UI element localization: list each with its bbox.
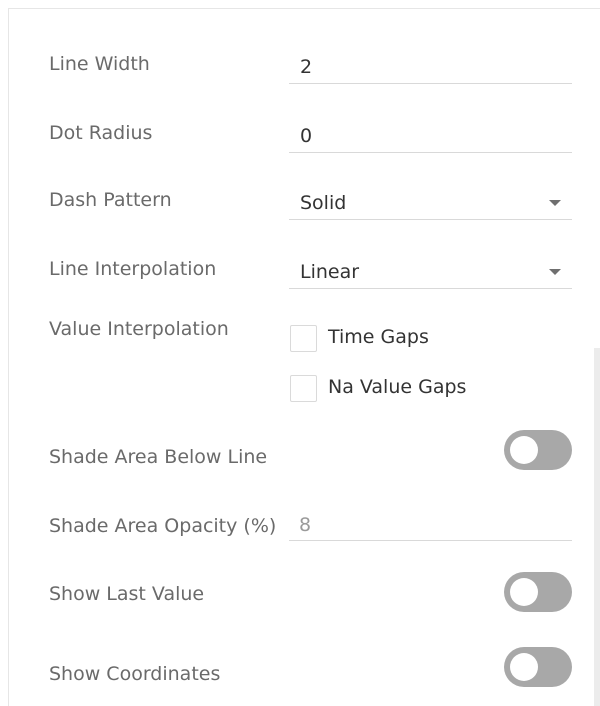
dot-radius-input[interactable]: 0 — [289, 123, 572, 153]
show-last-value-label: Show Last Value — [49, 583, 205, 605]
na-value-gaps-checkbox[interactable] — [290, 375, 317, 402]
na-value-gaps-label: Na Value Gaps — [328, 376, 467, 398]
line-width-label: Line Width — [49, 53, 150, 75]
dash-pattern-value: Solid — [300, 192, 347, 214]
show-last-value-toggle[interactable] — [504, 572, 572, 612]
show-coordinates-toggle[interactable] — [504, 647, 572, 687]
chevron-down-icon — [549, 200, 561, 206]
line-width-value: 2 — [300, 56, 313, 78]
chevron-down-icon — [549, 269, 561, 275]
time-gaps-checkbox[interactable] — [290, 325, 317, 352]
line-interpolation-value: Linear — [300, 261, 360, 283]
dot-radius-value: 0 — [300, 125, 313, 147]
shade-area-opacity-label: Shade Area Opacity (%) — [49, 515, 277, 537]
dash-pattern-select[interactable]: Solid — [289, 190, 572, 220]
time-gaps-label: Time Gaps — [328, 326, 429, 348]
dash-pattern-label: Dash Pattern — [49, 189, 172, 211]
scrollbar[interactable] — [594, 348, 600, 706]
shade-area-opacity-value: 8 — [299, 514, 312, 536]
toggle-knob — [510, 578, 538, 606]
show-coordinates-label: Show Coordinates — [49, 663, 221, 685]
line-width-input[interactable]: 2 — [289, 54, 572, 84]
line-interpolation-label: Line Interpolation — [49, 258, 217, 280]
shade-area-below-line-label: Shade Area Below Line — [49, 446, 268, 468]
line-interpolation-select[interactable]: Linear — [289, 259, 572, 289]
value-interpolation-label: Value Interpolation — [49, 318, 229, 340]
shade-area-below-line-toggle[interactable] — [504, 430, 572, 470]
shade-area-opacity-input[interactable]: 8 — [289, 511, 572, 541]
toggle-knob — [510, 653, 538, 681]
toggle-knob — [510, 436, 538, 464]
line-settings-panel: Line Width 2 Dot Radius 0 Dash Pattern S… — [8, 8, 600, 706]
dot-radius-label: Dot Radius — [49, 122, 153, 144]
